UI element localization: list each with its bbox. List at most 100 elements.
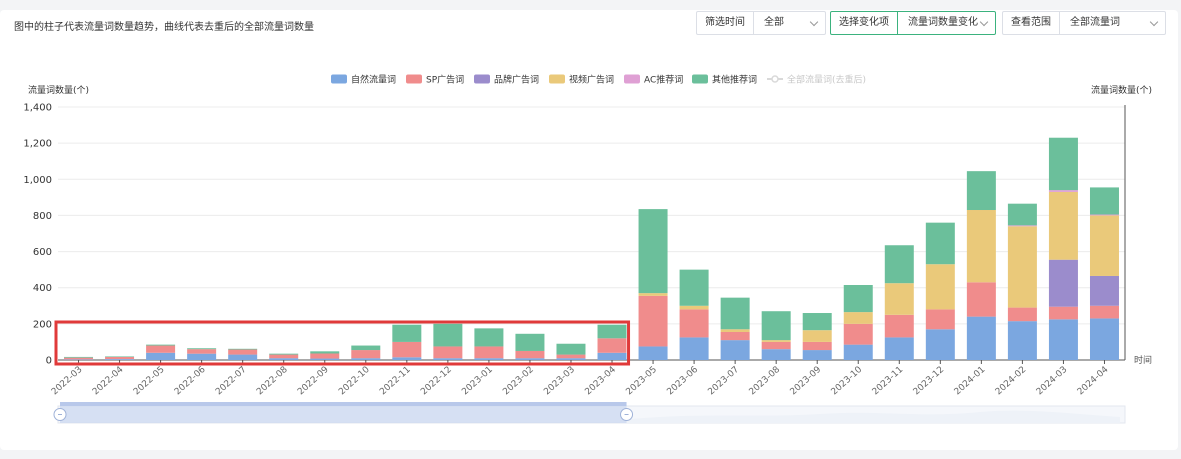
- bar-segment[interactable]: [1048, 191, 1078, 260]
- bar-segment[interactable]: [638, 295, 668, 347]
- legend-label[interactable]: 全部流量词(去重后): [787, 74, 866, 86]
- bar-segment[interactable]: [966, 316, 996, 360]
- bar-segment[interactable]: [679, 309, 709, 338]
- legend-swatch[interactable]: [692, 74, 708, 84]
- bar-segment[interactable]: [597, 352, 627, 360]
- bar-segment[interactable]: [802, 350, 832, 360]
- bar-segment[interactable]: [761, 340, 791, 342]
- bar-segment[interactable]: [556, 343, 586, 355]
- bar-segment[interactable]: [925, 222, 955, 265]
- bar-segment[interactable]: [146, 352, 176, 360]
- bar-segment[interactable]: [515, 358, 545, 360]
- bar-segment[interactable]: [1048, 306, 1078, 320]
- bar-segment[interactable]: [515, 333, 545, 351]
- bar-segment[interactable]: [1089, 318, 1119, 360]
- bar-segment[interactable]: [843, 312, 873, 324]
- bar-segment[interactable]: [105, 356, 135, 357]
- bar-segment[interactable]: [597, 338, 627, 353]
- bar-segment[interactable]: [1007, 307, 1037, 322]
- bar-segment[interactable]: [351, 345, 381, 351]
- bar-segment[interactable]: [638, 209, 668, 294]
- bar-segment[interactable]: [884, 337, 914, 360]
- bar-segment[interactable]: [1089, 305, 1119, 319]
- bar-segment[interactable]: [884, 283, 914, 315]
- bar-segment[interactable]: [228, 354, 258, 360]
- legend-label[interactable]: 自然流量词: [351, 74, 396, 86]
- bar-segment[interactable]: [679, 269, 709, 306]
- bar-segment[interactable]: [802, 313, 832, 331]
- bar-segment[interactable]: [679, 305, 709, 310]
- bar-segment[interactable]: [474, 358, 504, 360]
- bar-segment[interactable]: [474, 328, 504, 347]
- legend-label[interactable]: 视频广告词: [569, 74, 614, 86]
- bar-segment[interactable]: [638, 346, 668, 360]
- bar-segment[interactable]: [392, 357, 422, 360]
- bar-segment[interactable]: [1048, 319, 1078, 360]
- bar-segment[interactable]: [884, 245, 914, 284]
- legend-label[interactable]: 其他推荐词: [712, 74, 757, 86]
- bar-segment[interactable]: [597, 324, 627, 339]
- bar-segment[interactable]: [64, 357, 94, 360]
- bar-segment[interactable]: [269, 358, 299, 360]
- bar-segment[interactable]: [433, 346, 463, 359]
- bar-segment[interactable]: [884, 314, 914, 338]
- bar-segment[interactable]: [1048, 190, 1078, 192]
- bar-segment[interactable]: [925, 264, 955, 310]
- bar-segment[interactable]: [392, 341, 422, 358]
- legend-swatch[interactable]: [549, 74, 565, 84]
- bar-segment[interactable]: [761, 341, 791, 350]
- bar-segment[interactable]: [187, 353, 217, 360]
- bar-segment[interactable]: [556, 358, 586, 360]
- bar-segment[interactable]: [64, 359, 94, 360]
- bar-segment[interactable]: [761, 349, 791, 360]
- bar-segment[interactable]: [638, 293, 668, 296]
- bar-segment[interactable]: [392, 324, 422, 342]
- bar-segment[interactable]: [1007, 203, 1037, 226]
- legend-label[interactable]: SP广告词: [426, 74, 464, 86]
- zoom-slider-selection[interactable]: [60, 406, 627, 423]
- bar-segment[interactable]: [1048, 137, 1078, 191]
- bar-segment[interactable]: [966, 171, 996, 211]
- bar-segment[interactable]: [1089, 214, 1119, 216]
- bar-segment[interactable]: [310, 351, 340, 354]
- bar-segment[interactable]: [925, 329, 955, 360]
- bar-segment[interactable]: [187, 348, 217, 350]
- bar-segment[interactable]: [1007, 226, 1037, 308]
- legend-swatch[interactable]: [624, 74, 640, 84]
- bar-segment[interactable]: [802, 330, 832, 342]
- bar-segment[interactable]: [843, 285, 873, 313]
- bar-segment[interactable]: [146, 345, 176, 353]
- bar-segment[interactable]: [269, 354, 299, 359]
- bar-segment[interactable]: [720, 331, 750, 341]
- bar-segment[interactable]: [720, 329, 750, 332]
- bar-segment[interactable]: [1007, 225, 1037, 227]
- legend-label[interactable]: 品牌广告词: [494, 74, 539, 86]
- bar-segment[interactable]: [187, 349, 217, 354]
- legend-swatch[interactable]: [406, 74, 422, 84]
- bar-segment[interactable]: [433, 323, 463, 347]
- zoom-slider-bar[interactable]: [60, 402, 627, 406]
- bar-segment[interactable]: [228, 348, 258, 350]
- bar-segment[interactable]: [433, 358, 463, 360]
- bar-segment[interactable]: [966, 210, 996, 283]
- bar-segment[interactable]: [843, 344, 873, 360]
- legend-swatch[interactable]: [331, 74, 347, 84]
- bar-segment[interactable]: [761, 311, 791, 341]
- bar-segment[interactable]: [556, 354, 586, 359]
- bar-segment[interactable]: [720, 297, 750, 330]
- bar-segment[interactable]: [843, 323, 873, 345]
- bar-segment[interactable]: [474, 346, 504, 359]
- bar-segment[interactable]: [515, 350, 545, 359]
- bar-segment[interactable]: [1089, 215, 1119, 276]
- bar-segment[interactable]: [966, 282, 996, 317]
- bar-segment[interactable]: [802, 341, 832, 351]
- bar-segment[interactable]: [310, 353, 340, 359]
- legend-label[interactable]: AC推荐词: [644, 74, 683, 86]
- bar-segment[interactable]: [1007, 321, 1037, 360]
- bar-segment[interactable]: [1048, 259, 1078, 307]
- bar-segment[interactable]: [1089, 275, 1119, 306]
- bar-segment[interactable]: [351, 358, 381, 360]
- bar-segment[interactable]: [105, 356, 135, 360]
- bar-segment[interactable]: [146, 344, 176, 346]
- bar-segment[interactable]: [105, 359, 135, 360]
